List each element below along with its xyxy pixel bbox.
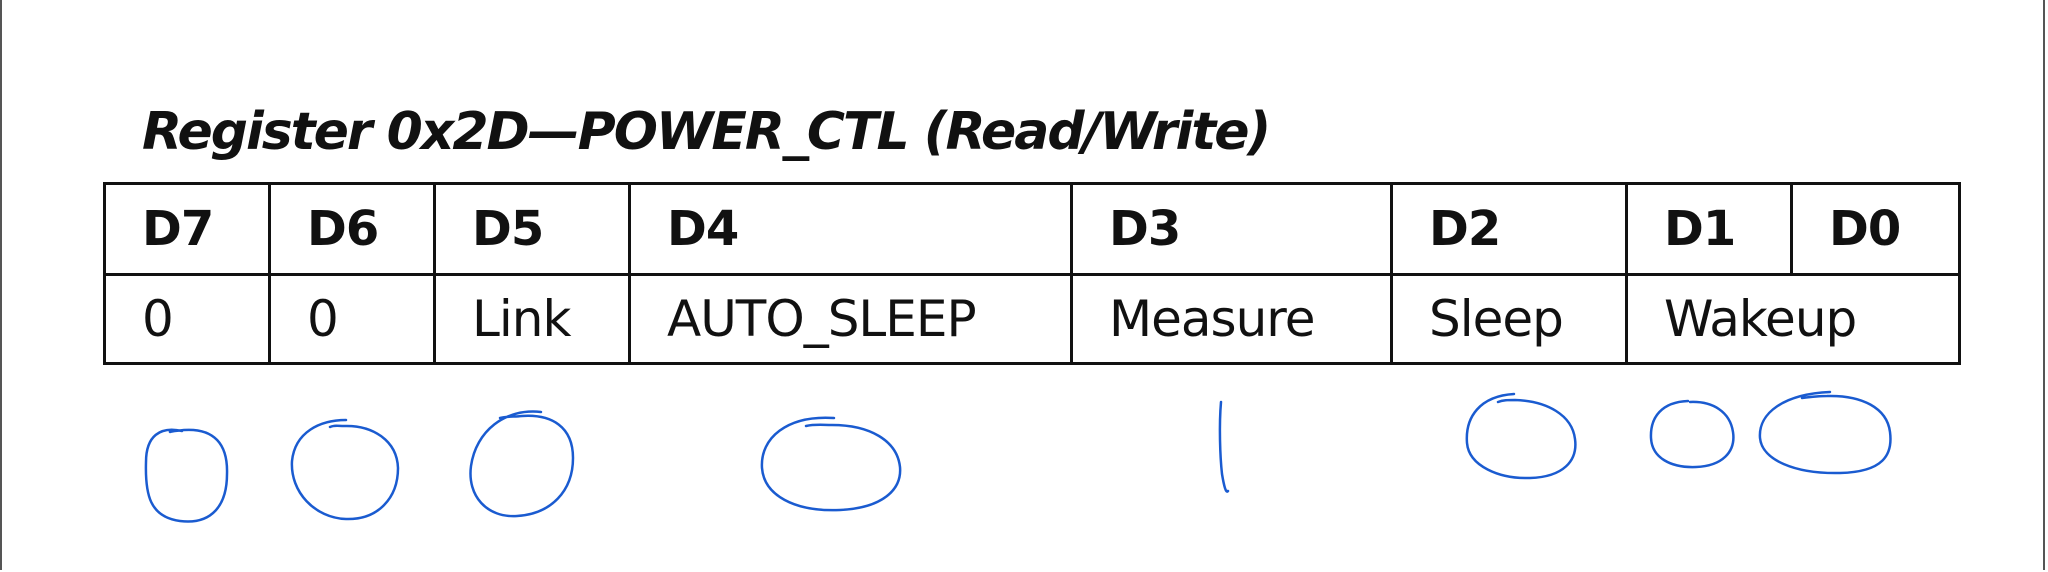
annotation-circle-d0 [1758,390,1892,475]
annotation-circle-d6 [290,418,400,521]
handwritten-annotations [144,390,1892,523]
annotation-circle-d7 [144,428,229,523]
annotation-circle-d1 [1649,399,1735,469]
annotation-line-d3 [1218,400,1230,493]
annotation-circle-d4 [760,416,902,512]
annotation-circle-d2 [1465,392,1577,480]
annotation-circle-d5 [469,410,575,518]
